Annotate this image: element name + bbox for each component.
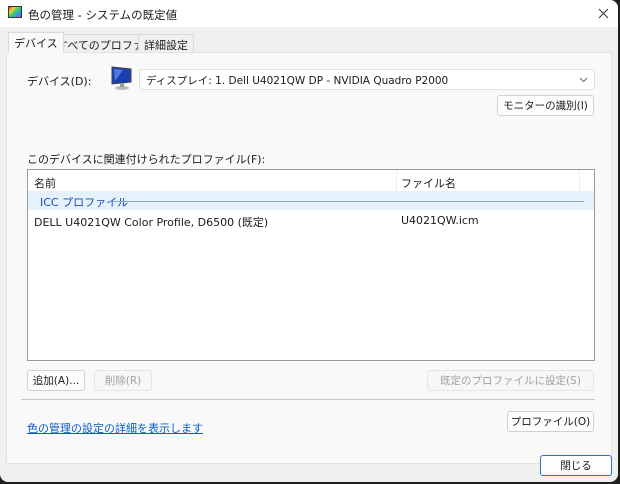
tab-advanced[interactable]: 詳細設定: [138, 34, 194, 53]
profile-file: U4021QW.icm: [401, 214, 479, 227]
advanced-settings-link[interactable]: 色の管理の設定の詳細を表示します: [27, 420, 203, 436]
profiles-list[interactable]: 名前 ファイル名 ICC プロファイル DELL U4021QW Color P…: [27, 169, 595, 361]
column-header-filename[interactable]: ファイル名: [401, 175, 456, 191]
color-management-app-icon: [8, 6, 22, 18]
profile-name: DELL U4021QW Color Profile, D6500 (既定): [34, 216, 269, 229]
close-icon: [598, 8, 608, 19]
device-label: デバイス(D):: [27, 75, 92, 88]
device-select[interactable]: ディスプレイ: 1. Dell U4021QW DP - NVIDIA Quad…: [139, 69, 595, 90]
close-window-button[interactable]: [588, 0, 618, 27]
add-button[interactable]: 追加(A)...: [27, 370, 85, 391]
group-divider: [108, 201, 584, 202]
device-select-value: ディスプレイ: 1. Dell U4021QW DP - NVIDIA Quad…: [146, 75, 449, 87]
color-management-window: 色の管理 - システムの既定値 デバイス すべてのプロファイル 詳細設定 デバイ…: [0, 0, 618, 482]
table-row[interactable]: DELL U4021QW Color Profile, D6500 (既定) U…: [28, 210, 594, 230]
window-title: 色の管理 - システムの既定値: [28, 8, 178, 22]
tab-device[interactable]: デバイス: [8, 32, 64, 53]
profiles-label: このデバイスに関連付けられたプロファイル(F):: [27, 153, 266, 166]
tab-panel: デバイス(D): ディスプレイ: 1. Dell U4021QW DP - NV…: [6, 52, 612, 464]
monitor-icon: [111, 66, 132, 90]
group-label: ICC プロファイル: [40, 196, 129, 209]
set-default-button[interactable]: 既定のプロファイルに設定(S): [427, 370, 594, 391]
remove-button[interactable]: 削除(R): [94, 370, 152, 391]
identify-monitor-button[interactable]: モニターの識別(I): [497, 95, 594, 116]
chevron-down-icon: [579, 77, 588, 83]
divider: [21, 399, 595, 400]
list-header: 名前 ファイル名: [28, 170, 594, 192]
title-bar: 色の管理 - システムの既定値: [0, 0, 618, 27]
column-header-name[interactable]: 名前: [34, 175, 56, 191]
group-header-icc: ICC プロファイル: [28, 192, 594, 210]
profile-button[interactable]: プロファイル(O): [507, 411, 594, 432]
close-button[interactable]: 閉じる: [540, 455, 612, 476]
